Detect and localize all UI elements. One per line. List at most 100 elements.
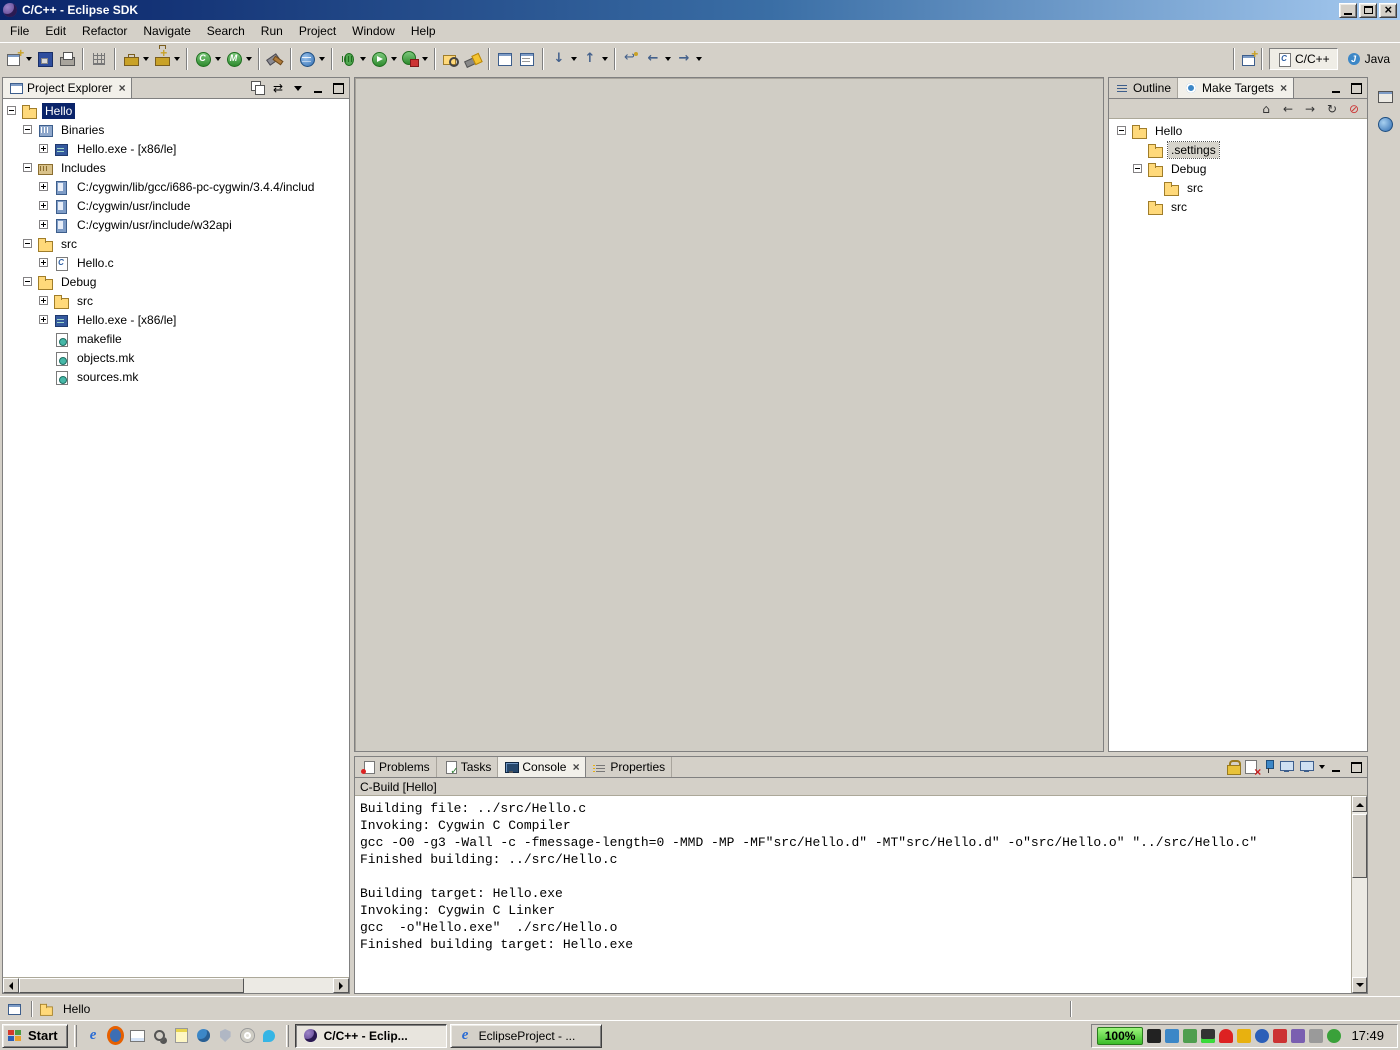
expander-icon[interactable]: [23, 163, 32, 172]
close-button[interactable]: [1379, 2, 1397, 18]
dropdown-icon[interactable]: [246, 57, 252, 61]
maximize-button[interactable]: [1359, 2, 1377, 18]
save-button[interactable]: [34, 46, 56, 72]
maximize-view-icon[interactable]: [1347, 758, 1365, 776]
tree-item[interactable]: .settings: [1109, 140, 1367, 159]
forward-button[interactable]: →: [673, 46, 704, 72]
tree-item[interactable]: Hello: [3, 101, 349, 120]
perspective-tab-java[interactable]: Java: [1340, 49, 1397, 69]
messenger-icon[interactable]: [261, 1027, 278, 1044]
usb-icon[interactable]: [1309, 1028, 1324, 1043]
display-console-icon[interactable]: [1278, 758, 1296, 776]
home-icon[interactable]: ⌂: [1257, 100, 1275, 118]
media-icon[interactable]: [239, 1027, 256, 1044]
run-button[interactable]: [368, 46, 399, 72]
antivirus-icon[interactable]: [1219, 1028, 1234, 1043]
tree-item[interactable]: src: [1109, 178, 1367, 197]
view-menu-icon[interactable]: [289, 79, 307, 97]
display-icon[interactable]: [1165, 1028, 1180, 1043]
tree-item[interactable]: src: [1109, 197, 1367, 216]
expander-icon[interactable]: [39, 258, 48, 267]
expander-icon[interactable]: [39, 315, 48, 324]
tab-tasks[interactable]: Tasks: [437, 757, 499, 777]
collapse-all-icon[interactable]: [249, 79, 267, 97]
clear-console-icon[interactable]: [1242, 758, 1261, 779]
debug-button[interactable]: [337, 46, 368, 72]
tree-item[interactable]: C:/cygwin/lib/gcc/i686-pc-cygwin/3.4.4/i…: [3, 177, 349, 196]
last-edit-location-button[interactable]: [620, 46, 642, 72]
print-button[interactable]: [56, 46, 78, 72]
menu-run[interactable]: Run: [253, 21, 291, 41]
scrollbar-thumb[interactable]: [19, 978, 244, 993]
tree-item[interactable]: Debug: [3, 272, 349, 291]
tab-make-targets[interactable]: Make Targets: [1178, 78, 1294, 98]
link-with-editor-icon[interactable]: [269, 79, 287, 97]
scroll-up-icon[interactable]: [1352, 796, 1367, 812]
tab-problems[interactable]: Problems: [355, 757, 437, 777]
hide-icon[interactable]: ⊘: [1345, 100, 1363, 118]
dropdown-icon[interactable]: [174, 57, 180, 61]
next-annotation-button[interactable]: ↓: [548, 46, 579, 72]
tab-console[interactable]: Console: [498, 757, 587, 777]
scrollbar-track[interactable]: [1352, 812, 1367, 977]
volume-icon[interactable]: [1147, 1028, 1162, 1043]
tree-item[interactable]: Hello.c: [3, 253, 349, 272]
expander-icon[interactable]: [23, 125, 32, 134]
notes-icon[interactable]: [173, 1027, 190, 1044]
build-all-button[interactable]: [264, 46, 286, 72]
open-resource-button[interactable]: [440, 46, 462, 72]
new-wizard-button[interactable]: [3, 46, 34, 72]
browser-icon[interactable]: [195, 1027, 212, 1044]
power-icon[interactable]: [1327, 1028, 1342, 1043]
refresh-icon[interactable]: ↻: [1323, 100, 1341, 118]
tree-item[interactable]: sources.mk: [3, 367, 349, 386]
firefox-icon[interactable]: [107, 1027, 124, 1044]
welcome-icon[interactable]: [1376, 115, 1394, 133]
expander-icon[interactable]: [39, 220, 48, 229]
expander-icon[interactable]: [39, 144, 48, 153]
scrollbar-thumb[interactable]: [1352, 814, 1367, 878]
expander-icon[interactable]: [23, 239, 32, 248]
menu-file[interactable]: File: [2, 21, 37, 41]
perspective-tab-cpp[interactable]: C/C++: [1268, 48, 1338, 70]
tree-item[interactable]: Includes: [3, 158, 349, 177]
dropdown-icon[interactable]: [422, 57, 428, 61]
search-button[interactable]: [462, 46, 484, 72]
taskbar-grip[interactable]: [73, 1024, 77, 1047]
tree-item[interactable]: Binaries: [3, 120, 349, 139]
dropdown-icon[interactable]: [696, 57, 702, 61]
forward-icon[interactable]: →: [1301, 100, 1319, 118]
window-titlebar[interactable]: C/C++ - Eclipse SDK: [0, 0, 1400, 20]
dropdown-icon[interactable]: [571, 57, 577, 61]
dropdown-icon[interactable]: [391, 57, 397, 61]
open-element-button[interactable]: [88, 46, 110, 72]
tree-item[interactable]: Hello.exe - [x86/le]: [3, 310, 349, 329]
restore-view-icon[interactable]: [1376, 87, 1394, 105]
minimize-view-icon[interactable]: [309, 79, 327, 97]
menu-edit[interactable]: Edit: [37, 21, 74, 41]
menu-search[interactable]: Search: [199, 21, 253, 41]
toggle-mark-occurrences-button[interactable]: [494, 46, 516, 72]
maximize-view-icon[interactable]: [329, 79, 347, 97]
tab-properties[interactable]: Properties: [586, 757, 673, 777]
close-tab-icon[interactable]: [116, 81, 125, 95]
network-icon[interactable]: [1183, 1028, 1198, 1043]
fast-view-button[interactable]: [5, 1000, 23, 1018]
scrollbar-track[interactable]: [19, 978, 333, 993]
vpn-icon[interactable]: [1291, 1028, 1306, 1043]
expander-icon[interactable]: [7, 106, 16, 115]
minimize-view-icon[interactable]: [1327, 758, 1345, 776]
menu-project[interactable]: Project: [291, 21, 344, 41]
dropdown-icon[interactable]: [665, 57, 671, 61]
tab-project-explorer[interactable]: Project Explorer: [3, 78, 133, 98]
close-tab-icon[interactable]: [1278, 81, 1287, 95]
tree-item[interactable]: src: [3, 234, 349, 253]
update-icon[interactable]: [1255, 1028, 1270, 1043]
open-console-button[interactable]: [1296, 758, 1327, 776]
new-c-project-button[interactable]: [120, 46, 151, 72]
task-button-eclipse[interactable]: C/C++ - Eclip...: [294, 1023, 447, 1048]
dropdown-icon[interactable]: [143, 57, 149, 61]
make-target-button[interactable]: [223, 46, 254, 72]
expander-icon[interactable]: [39, 182, 48, 191]
tree-item[interactable]: Hello: [1109, 121, 1367, 140]
